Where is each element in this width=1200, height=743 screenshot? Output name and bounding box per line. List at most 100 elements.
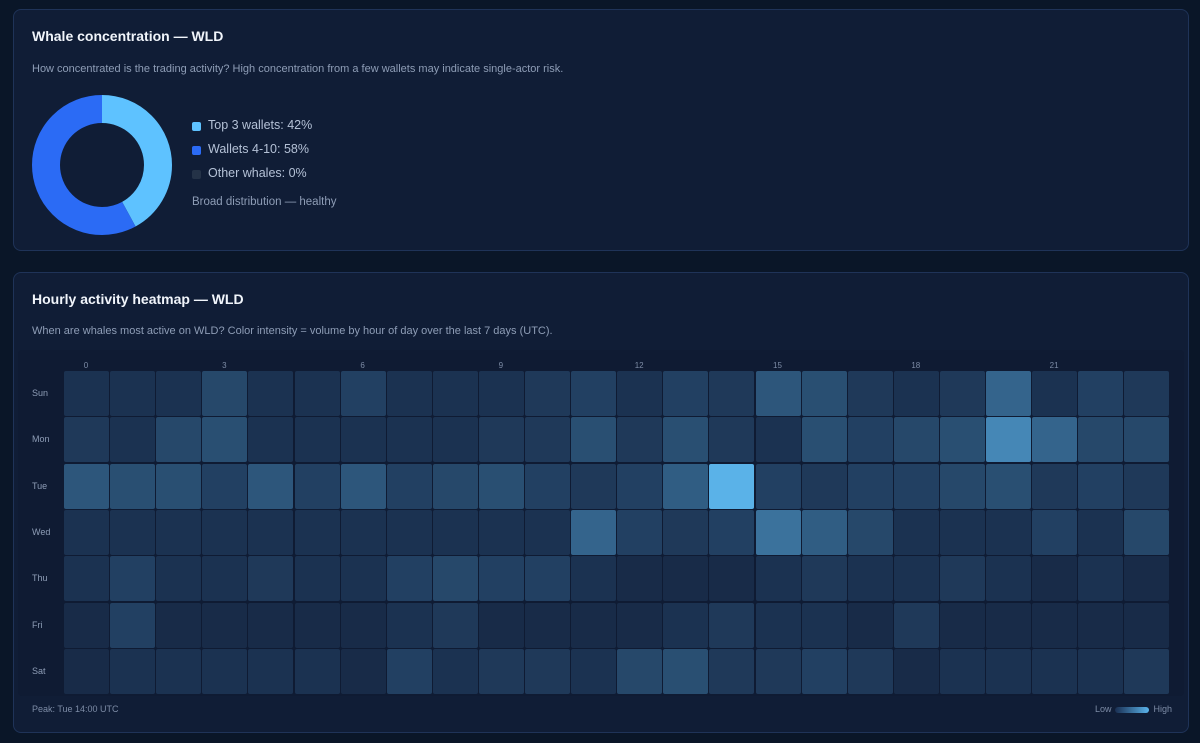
heatmap-cell bbox=[1032, 371, 1078, 416]
heatmap-cell bbox=[248, 602, 294, 648]
heatmap-cell bbox=[571, 509, 617, 555]
heatmap-cell bbox=[248, 648, 294, 694]
heatmap-cell bbox=[248, 556, 294, 602]
heatmap-cell bbox=[939, 509, 985, 555]
heatmap-title: Hourly activity heatmap — WLD bbox=[32, 291, 244, 307]
heatmap-cell bbox=[525, 602, 570, 648]
heatmap-cell bbox=[478, 417, 524, 463]
heatmap-cell bbox=[202, 463, 248, 509]
heatmap-cell bbox=[663, 463, 709, 509]
legend-label: Other whales: 0% bbox=[208, 166, 307, 180]
heatmap-cell bbox=[525, 509, 570, 555]
heatmap-cell bbox=[1032, 602, 1078, 648]
heatmap-cell bbox=[986, 417, 1031, 463]
heatmap-cell bbox=[939, 463, 985, 509]
heatmap-cell bbox=[294, 602, 340, 648]
legend-swatch bbox=[192, 146, 201, 155]
heatmap-cell bbox=[893, 602, 939, 648]
heatmap-cell bbox=[202, 602, 248, 648]
hour-tick-label: 6 bbox=[360, 361, 365, 370]
heatmap-cell bbox=[156, 463, 202, 509]
heatmap-cell bbox=[617, 556, 663, 602]
heatmap-cell bbox=[1078, 509, 1124, 555]
heatmap-cell bbox=[801, 371, 847, 416]
heatmap-cell bbox=[432, 463, 478, 509]
heatmap-cell bbox=[525, 463, 570, 509]
heatmap-cell bbox=[986, 371, 1031, 416]
heatmap-cell bbox=[478, 602, 524, 648]
heatmap-cell bbox=[340, 417, 386, 463]
heatmap-cell bbox=[340, 463, 386, 509]
heatmap-cell bbox=[893, 371, 939, 416]
heatmap-cell bbox=[801, 463, 847, 509]
heatmap-cell bbox=[847, 648, 893, 694]
heatmap-cell bbox=[340, 648, 386, 694]
heatmap-cell bbox=[986, 556, 1031, 602]
heatmap-cell bbox=[386, 556, 432, 602]
heatmap-cell bbox=[617, 648, 663, 694]
heatmap-cell bbox=[294, 556, 340, 602]
heatmap-cell bbox=[663, 417, 709, 463]
heatmap-cell bbox=[893, 463, 939, 509]
heatmap-cell bbox=[340, 556, 386, 602]
heatmap-cell bbox=[847, 602, 893, 648]
heatmap-cell bbox=[755, 417, 801, 463]
heatmap-cell bbox=[64, 556, 109, 602]
heatmap-cell bbox=[663, 602, 709, 648]
heatmap-cell bbox=[478, 371, 524, 416]
heatmap-cell bbox=[202, 371, 248, 416]
heatmap-cell bbox=[248, 371, 294, 416]
heatmap-cell bbox=[1032, 648, 1078, 694]
heatmap-cell bbox=[294, 417, 340, 463]
scale-high-label: High bbox=[1153, 704, 1172, 714]
heatmap-cell bbox=[294, 371, 340, 416]
heatmap-subtitle: When are whales most active on WLD? Colo… bbox=[32, 325, 553, 337]
heatmap-cell bbox=[755, 648, 801, 694]
hour-tick-label: 9 bbox=[498, 361, 504, 370]
heatmap-cell bbox=[709, 463, 755, 509]
heatmap-cell bbox=[755, 602, 801, 648]
heatmap-cell bbox=[755, 371, 801, 416]
legend-swatch bbox=[192, 170, 201, 179]
heatmap-cell bbox=[156, 417, 202, 463]
hour-tick-label: 0 bbox=[83, 361, 89, 370]
heatmap-cell bbox=[202, 556, 248, 602]
whale-concentration-card: Whale concentration — WLD How concentrat… bbox=[13, 9, 1189, 251]
heatmap-cell bbox=[709, 371, 755, 416]
heatmap-cell bbox=[386, 463, 432, 509]
concentration-donut-chart bbox=[32, 95, 172, 235]
heatmap-cell bbox=[1032, 556, 1078, 602]
scale-low-label: Low bbox=[1094, 704, 1112, 714]
day-label: Wed bbox=[32, 526, 51, 537]
heatmap-cell bbox=[478, 509, 524, 555]
heatmap-cell bbox=[64, 371, 109, 416]
heatmap-cell bbox=[202, 648, 248, 694]
heatmap-cell bbox=[64, 463, 109, 509]
heatmap-cell bbox=[893, 509, 939, 555]
heatmap-cell bbox=[1124, 463, 1170, 509]
heatmap-cell bbox=[1078, 417, 1124, 463]
heatmap-cell bbox=[64, 509, 109, 555]
heatmap-cell bbox=[986, 602, 1031, 648]
heatmap-cell bbox=[986, 463, 1031, 509]
heatmap-cell bbox=[340, 509, 386, 555]
heatmap-cell bbox=[663, 371, 709, 416]
heatmap-cell bbox=[156, 602, 202, 648]
heatmap-cell bbox=[801, 648, 847, 694]
heatmap-cell bbox=[386, 602, 432, 648]
heatmap-cell bbox=[893, 556, 939, 602]
heatmap-cell bbox=[386, 417, 432, 463]
heatmap-cell bbox=[617, 463, 663, 509]
hour-tick-label: 3 bbox=[222, 361, 227, 370]
heatmap-cell bbox=[801, 602, 847, 648]
heatmap-cell bbox=[617, 371, 663, 416]
heatmap-cell bbox=[755, 556, 801, 602]
heatmap-cell bbox=[709, 648, 755, 694]
heatmap-cell bbox=[571, 371, 617, 416]
heatmap-cell bbox=[432, 417, 478, 463]
day-label: Sat bbox=[32, 665, 46, 676]
legend-label: Wallets 4-10: 58% bbox=[208, 142, 309, 156]
heatmap-cell bbox=[939, 602, 985, 648]
heatmap-cell bbox=[847, 371, 893, 416]
heatmap-cell bbox=[525, 371, 570, 416]
